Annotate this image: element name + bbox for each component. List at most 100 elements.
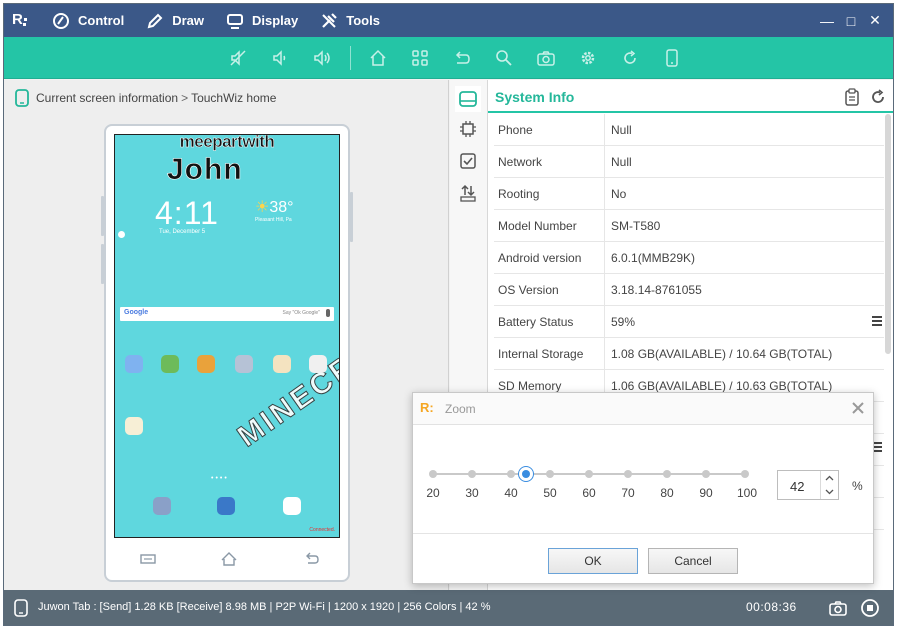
volume-up-icon[interactable] bbox=[310, 46, 334, 70]
slider-tick[interactable] bbox=[663, 470, 671, 478]
toolbar bbox=[4, 37, 893, 79]
app-icon[interactable] bbox=[125, 355, 143, 373]
volume-down-icon[interactable] bbox=[268, 46, 292, 70]
device-power-button bbox=[350, 192, 353, 242]
camera-icon[interactable] bbox=[534, 46, 558, 70]
info-key: SD Memory bbox=[498, 379, 562, 393]
slider-tick[interactable] bbox=[624, 470, 632, 478]
tools-icon bbox=[322, 12, 338, 28]
tab-check[interactable] bbox=[455, 148, 481, 174]
recent-apps-icon[interactable] bbox=[138, 550, 158, 568]
mic-icon bbox=[326, 309, 330, 317]
slider-tick[interactable] bbox=[741, 470, 749, 478]
breadcrumb-current[interactable]: TouchWiz home bbox=[191, 91, 276, 105]
app-icon[interactable] bbox=[309, 355, 327, 373]
slider-tick[interactable] bbox=[468, 470, 476, 478]
table-row: Battery Status 59% bbox=[494, 306, 884, 338]
refresh-icon[interactable] bbox=[869, 88, 887, 106]
table-row: Internal Storage 1.08 GB(AVAILABLE) / 10.… bbox=[494, 338, 884, 370]
tab-chip[interactable] bbox=[455, 116, 481, 142]
info-scrollbar[interactable] bbox=[885, 114, 891, 354]
slider-tick[interactable] bbox=[546, 470, 554, 478]
tab-transfer[interactable] bbox=[455, 180, 481, 206]
tick-label: 20 bbox=[426, 486, 440, 500]
apps-drawer-icon[interactable] bbox=[283, 497, 301, 515]
slider-tick[interactable] bbox=[429, 470, 437, 478]
tick-label: 40 bbox=[504, 486, 518, 500]
google-search-bar[interactable]: Google Say "Ok Google" bbox=[120, 307, 334, 321]
dialog-footer: OK Cancel bbox=[413, 533, 873, 583]
app-icon[interactable] bbox=[235, 355, 253, 373]
title-bar: R Control Draw Display Tools — □ ✕ bbox=[4, 4, 893, 37]
app-icon[interactable] bbox=[197, 355, 215, 373]
device-home-icon[interactable] bbox=[219, 550, 239, 568]
app-icon[interactable] bbox=[125, 417, 143, 435]
phone-icon bbox=[15, 89, 29, 107]
slider-tick[interactable] bbox=[585, 470, 593, 478]
wallpaper-text-name: John bbox=[167, 153, 243, 187]
home-icon[interactable] bbox=[366, 46, 390, 70]
ok-button[interactable]: OK bbox=[548, 548, 638, 574]
tick-label: 60 bbox=[582, 486, 596, 500]
mute-icon[interactable] bbox=[226, 46, 250, 70]
drive-icon bbox=[459, 91, 477, 107]
status-bar: Juwon Tab : [Send] 1.28 KB [Receive] 8.9… bbox=[4, 590, 893, 625]
info-key: Rooting bbox=[498, 187, 540, 201]
tick-label: 30 bbox=[465, 486, 479, 500]
device-screen[interactable]: meepartwith John 4:11 Tue, December 5 ☀3… bbox=[114, 134, 340, 538]
checkbox-icon bbox=[460, 153, 476, 169]
menu-draw[interactable]: Draw bbox=[146, 12, 204, 30]
app-icon[interactable] bbox=[217, 497, 235, 515]
cancel-button[interactable]: Cancel bbox=[648, 548, 738, 574]
info-key: Model Number bbox=[498, 219, 577, 233]
minimize-icon[interactable]: — bbox=[815, 13, 839, 29]
google-voice-hint: Say "Ok Google" bbox=[282, 310, 320, 316]
tab-storage[interactable] bbox=[455, 86, 481, 112]
percent-label: % bbox=[852, 479, 863, 493]
google-logo: Google bbox=[124, 309, 149, 316]
weather-location: Pleasant Hill, Pa bbox=[255, 217, 292, 223]
capture-icon[interactable] bbox=[828, 598, 848, 618]
slider-thumb[interactable] bbox=[518, 466, 534, 482]
zoom-value-stepper[interactable]: 42 bbox=[777, 470, 839, 500]
menu-display-label: Display bbox=[252, 13, 299, 28]
monitor-icon bbox=[227, 13, 244, 29]
zoom-dialog: R: Zoom 20 30 40 50 60 70 80 90 100 42 %… bbox=[412, 392, 874, 584]
rotate-icon[interactable] bbox=[618, 46, 642, 70]
device-clock: 4:11 bbox=[155, 195, 219, 231]
app-icon[interactable] bbox=[161, 355, 179, 373]
info-key: Battery Status bbox=[498, 315, 574, 329]
close-icon[interactable] bbox=[849, 399, 867, 417]
slider-tick[interactable] bbox=[702, 470, 710, 478]
phone-icon[interactable] bbox=[660, 46, 684, 70]
menu-display[interactable]: Display bbox=[226, 12, 298, 30]
clipboard-icon[interactable] bbox=[843, 88, 861, 106]
maximize-icon[interactable]: □ bbox=[839, 13, 863, 29]
menu-draw-label: Draw bbox=[172, 13, 205, 28]
system-info-header: System Info bbox=[488, 80, 893, 113]
apps-icon[interactable] bbox=[408, 46, 432, 70]
close-icon[interactable]: ✕ bbox=[863, 12, 887, 29]
menu-control[interactable]: Control bbox=[52, 12, 124, 30]
table-row: Phone Null bbox=[494, 114, 884, 146]
back-icon[interactable] bbox=[450, 46, 474, 70]
zoom-value[interactable]: 42 bbox=[790, 479, 804, 494]
chevron-down-icon[interactable] bbox=[821, 485, 838, 499]
app-icon[interactable] bbox=[153, 497, 171, 515]
info-key: OS Version bbox=[498, 283, 559, 297]
slider-tick[interactable] bbox=[507, 470, 515, 478]
menu-tools[interactable]: Tools bbox=[320, 12, 380, 30]
search-icon[interactable] bbox=[492, 46, 516, 70]
record-stop-icon[interactable] bbox=[860, 598, 880, 618]
table-row: Network Null bbox=[494, 146, 884, 178]
session-timer: 00:08:36 bbox=[746, 600, 797, 614]
device-date: Tue, December 5 bbox=[159, 229, 206, 235]
chevron-up-icon[interactable] bbox=[821, 471, 838, 485]
settings-icon[interactable] bbox=[576, 46, 600, 70]
control-icon bbox=[53, 12, 69, 29]
battery-menu-icon[interactable] bbox=[872, 316, 882, 328]
device-back-icon[interactable] bbox=[302, 550, 322, 568]
table-row: Model Number SM-T580 bbox=[494, 210, 884, 242]
breadcrumb-label: Current screen information bbox=[36, 91, 179, 105]
app-icon[interactable] bbox=[273, 355, 291, 373]
